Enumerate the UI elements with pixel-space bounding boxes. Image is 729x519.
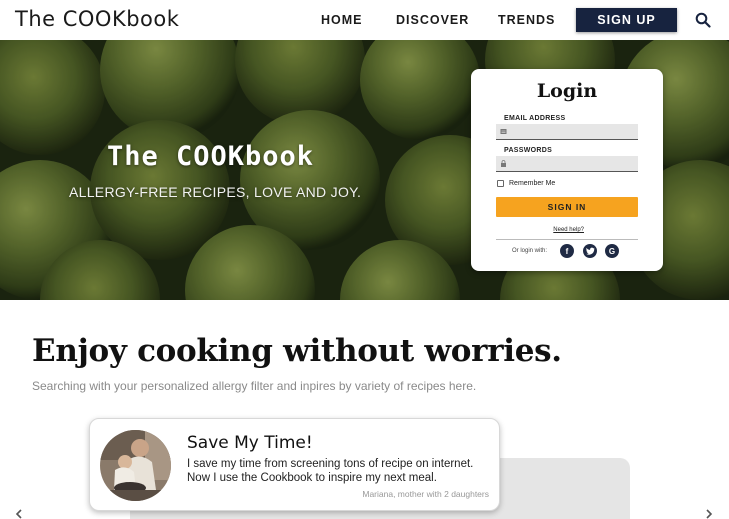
login-card: Login EMAIL ADDRESS PASSWORDS Remember M…: [471, 69, 663, 271]
email-icon: [500, 129, 507, 134]
lock-icon: [501, 160, 506, 167]
social-login-prompt: Or login with:: [512, 248, 548, 254]
email-field[interactable]: [496, 124, 638, 140]
remember-label: Remember Me: [509, 180, 556, 187]
need-help-link[interactable]: Need help?: [471, 227, 663, 233]
testimonial-author: Mariana, mother with 2 daughters: [362, 489, 489, 499]
nav-trends-link[interactable]: TRENDS: [498, 13, 555, 27]
section-headline: Enjoy cooking without worries.: [32, 333, 562, 369]
site-logo[interactable]: The COOKbook: [15, 7, 179, 31]
divider: [496, 239, 638, 240]
login-title: Login: [536, 80, 598, 102]
twitter-icon[interactable]: [583, 244, 597, 258]
avatar: [100, 430, 171, 501]
carousel-prev-icon[interactable]: [14, 509, 24, 519]
password-field[interactable]: [496, 156, 638, 172]
signin-button[interactable]: SIGN IN: [496, 197, 638, 217]
remember-checkbox[interactable]: [497, 180, 504, 187]
email-label: EMAIL ADDRESS: [504, 115, 566, 122]
google-icon[interactable]: G: [605, 244, 619, 258]
testimonial-card: Save My Time! I save my time from screen…: [89, 418, 500, 511]
testimonial-body: I save my time from screening tons of re…: [187, 458, 474, 484]
hero-subtitle: ALLERGY-FREE RECIPES, LOVE AND JOY.: [69, 184, 362, 200]
nav-discover-link[interactable]: DISCOVER: [396, 13, 469, 27]
remember-me[interactable]: Remember Me: [497, 180, 555, 187]
testimonial-title: Save My Time!: [187, 433, 313, 453]
facebook-icon[interactable]: f: [560, 244, 574, 258]
nav-home-link[interactable]: HOME: [321, 13, 363, 27]
twitter-bird-glyph: [585, 247, 595, 255]
search-icon[interactable]: [695, 12, 711, 28]
password-label: PASSWORDS: [504, 147, 553, 154]
section-subline: Searching with your personalized allergy…: [32, 379, 477, 393]
carousel-next-icon[interactable]: [704, 509, 714, 519]
signup-button[interactable]: SIGN UP: [576, 8, 677, 32]
top-nav: The COOKbook HOME DISCOVER TRENDS SIGN U…: [0, 0, 729, 40]
hero-title: The COOKbook: [107, 141, 315, 172]
